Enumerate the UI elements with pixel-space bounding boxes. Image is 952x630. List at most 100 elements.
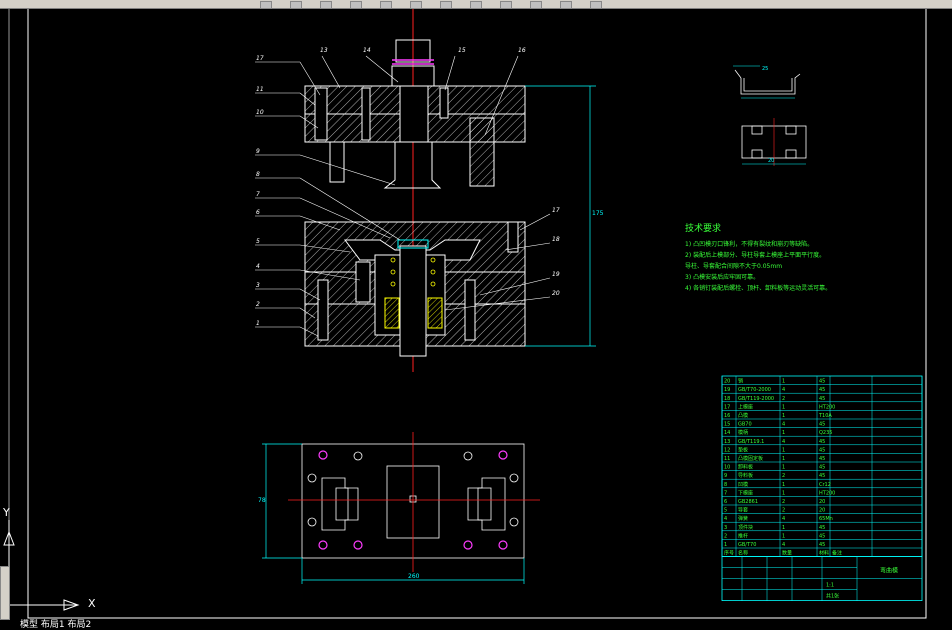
bom-header-cell: 数量 xyxy=(782,550,792,557)
layout-tabs-text[interactable]: 模型 布局1 布局2 xyxy=(20,620,91,630)
bom-cell: 上模座 xyxy=(738,403,753,410)
bom-cell: HT200 xyxy=(819,490,835,496)
title-block-sheet: 共1张 xyxy=(826,593,839,600)
bom-cell: 45 xyxy=(819,447,825,453)
bom-cell: 导料板 xyxy=(738,472,753,479)
save-icon[interactable] xyxy=(320,1,332,9)
bom-header-cell: 名称 xyxy=(738,550,748,557)
print-icon[interactable] xyxy=(350,1,362,9)
undo-icon[interactable] xyxy=(470,1,482,9)
bom-cell: 45 xyxy=(819,525,825,531)
svg-text:17: 17 xyxy=(552,207,560,214)
bom-cell: 19 xyxy=(724,387,730,393)
tech-line: 4) 各销钉装配后螺栓、顶杆、卸料板等运动灵活可靠。 xyxy=(685,285,832,292)
svg-text:2: 2 xyxy=(256,301,260,308)
svg-text:1: 1 xyxy=(256,320,260,327)
open-icon[interactable] xyxy=(290,1,302,9)
bom-cell: 17 xyxy=(724,404,730,410)
part-profile xyxy=(734,69,801,95)
paste-icon[interactable] xyxy=(440,1,452,9)
lower-die-section xyxy=(304,221,526,357)
bom-cell: 20 xyxy=(819,499,825,505)
bom-cell: 模柄 xyxy=(738,429,748,436)
bom-cell: HT200 xyxy=(819,404,835,410)
svg-text:6: 6 xyxy=(256,209,260,216)
technical-requirements: 技术要求 1) 凸凹模刃口锋利，不得有裂纹和崩刃等缺陷。 2) 装配后上模部分、… xyxy=(685,224,831,294)
bom-header-cell: 序号 xyxy=(724,550,734,557)
svg-text:19: 19 xyxy=(552,271,560,278)
bom-cell: 4 xyxy=(724,516,727,522)
bom-cell: 45 xyxy=(819,542,825,548)
bom-cell: 3 xyxy=(724,525,727,531)
svg-text:17: 17 xyxy=(256,55,264,62)
bom-cell: 4 xyxy=(782,516,785,522)
svg-text:10: 10 xyxy=(256,109,264,116)
bom-cell: 14 xyxy=(724,430,730,436)
layout-tabs-status[interactable]: 模型 布局1 布局2 xyxy=(0,620,952,630)
bom-cell: 推杆 xyxy=(738,532,748,539)
plan-height-dim: 78 xyxy=(258,497,266,504)
bom-cell: 15 xyxy=(724,422,730,428)
bom-cell: 1 xyxy=(724,542,727,548)
bom-cell: 16 xyxy=(724,413,730,419)
bom-cell: 4 xyxy=(782,542,785,548)
bom-cell: 1 xyxy=(782,465,785,471)
svg-text:14: 14 xyxy=(363,47,371,54)
tech-line: 导柱、导套配合间隙不大于0.05mm xyxy=(685,263,783,270)
bom-cell: Q235 xyxy=(819,430,832,436)
bom-cell: 11 xyxy=(724,456,730,462)
drawing-svg[interactable]: 175 17 11 10 9 8 7 6 5 4 3 2 1 13 14 15 … xyxy=(0,0,952,630)
ucs-x-label: X xyxy=(88,597,96,610)
upper-die-section xyxy=(304,39,526,189)
bom-cell: 18 xyxy=(724,396,730,402)
bom-cell: 20 xyxy=(724,379,730,385)
part-top-dim-text: 20 xyxy=(768,158,774,164)
height-dimension xyxy=(525,85,596,347)
bom-cell: 45 xyxy=(819,396,825,402)
bom-cell: GB2861 xyxy=(738,499,758,505)
bom-cell: 1 xyxy=(782,413,785,419)
toolbar xyxy=(0,0,952,9)
cut-icon[interactable] xyxy=(380,1,392,9)
bom-cell: 凸模 xyxy=(738,412,748,419)
bom-cell: 20 xyxy=(819,508,825,514)
bom-cell: 1 xyxy=(782,430,785,436)
svg-text:13: 13 xyxy=(320,47,328,54)
redo-icon[interactable] xyxy=(500,1,512,9)
tech-line: 1) 凸凹模刃口锋利，不得有裂纹和崩刃等缺陷。 xyxy=(685,241,814,248)
bom-cell: 凸模固定板 xyxy=(738,455,763,462)
svg-text:18: 18 xyxy=(552,236,560,243)
ucs-icon xyxy=(3,520,80,611)
bom-cell: 45 xyxy=(819,387,825,393)
svg-text:9: 9 xyxy=(256,148,260,155)
bom-cell: 7 xyxy=(724,490,727,496)
bom-cell: 1 xyxy=(782,456,785,462)
bom-cell: 4 xyxy=(782,439,785,445)
bom-cell: 13 xyxy=(724,439,730,445)
cad-drawing-canvas[interactable]: 175 17 11 10 9 8 7 6 5 4 3 2 1 13 14 15 … xyxy=(0,0,952,630)
new-icon[interactable] xyxy=(260,1,272,9)
bom-cell: 卸料板 xyxy=(738,464,753,471)
bom-cell: 1 xyxy=(782,404,785,410)
svg-text:8: 8 xyxy=(256,171,260,178)
copy-icon[interactable] xyxy=(410,1,422,9)
bom-header-cell: 材料 xyxy=(819,550,829,557)
bom-header-cell: 备注 xyxy=(832,550,842,557)
properties-icon[interactable] xyxy=(590,1,602,9)
bom-table: 20 销 1 4519 GB/T70-2000 4 4518 GB/T119-2000 2 451… xyxy=(721,375,923,601)
bom-cell: 弹簧 xyxy=(738,515,748,522)
balloons-top: 13 14 15 16 xyxy=(320,47,526,54)
bom-cell: 1 xyxy=(782,525,785,531)
bom-cell: 4 xyxy=(782,422,785,428)
profile-dim-text: 25 xyxy=(762,66,768,72)
bom-cell: 垫板 xyxy=(738,446,748,453)
bom-cell: 45 xyxy=(819,439,825,445)
pan-icon[interactable] xyxy=(530,1,542,9)
zoom-icon[interactable] xyxy=(560,1,572,9)
bom-cell: 8 xyxy=(724,482,727,488)
bom-cell: 1 xyxy=(782,447,785,453)
left-tool-palette[interactable] xyxy=(0,566,10,620)
bom-cell: 凹模 xyxy=(738,481,748,488)
bom-cell: GB70 xyxy=(738,422,752,428)
svg-text:15: 15 xyxy=(458,47,466,54)
